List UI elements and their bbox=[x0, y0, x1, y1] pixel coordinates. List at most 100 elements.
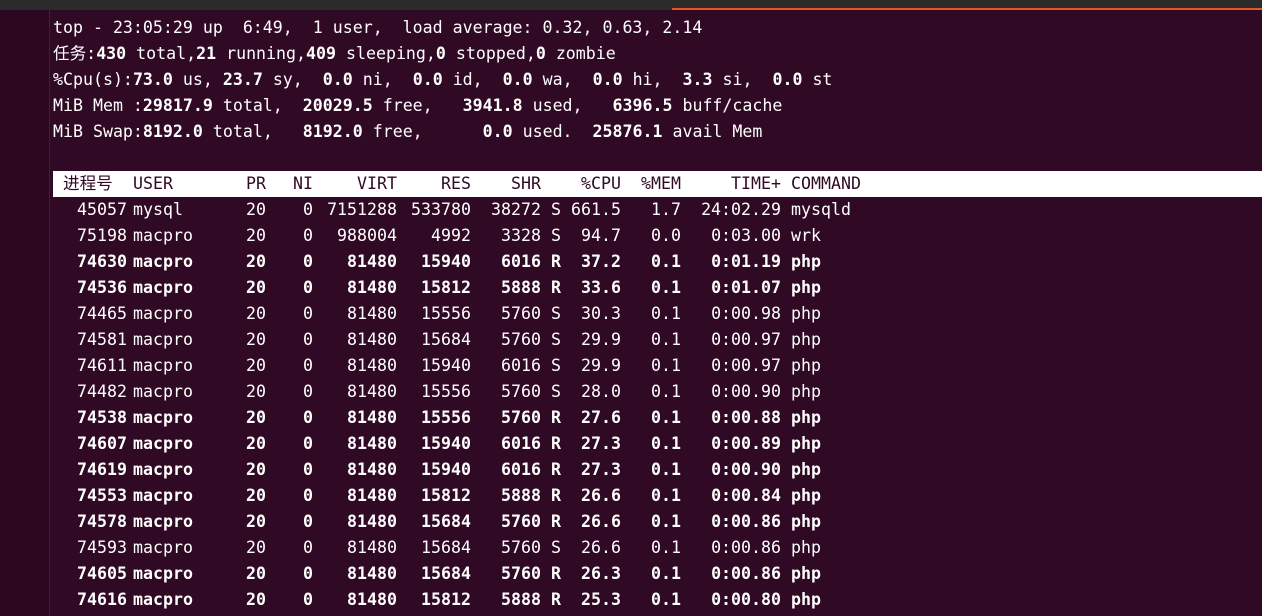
row-res: 15812 bbox=[421, 278, 471, 297]
row-pid: 74538 bbox=[77, 408, 127, 427]
row-pr: 20 bbox=[246, 538, 266, 557]
tasks-sleeping-label: sleeping, bbox=[336, 44, 436, 63]
row-virt: 81480 bbox=[347, 330, 397, 349]
row-pid: 74482 bbox=[77, 382, 127, 401]
row-mem: 0.0 bbox=[651, 226, 681, 245]
row-ni: 0 bbox=[303, 538, 313, 557]
row-user: macpro bbox=[133, 486, 193, 505]
row-state: S bbox=[551, 356, 561, 375]
row-virt: 81480 bbox=[347, 512, 397, 531]
row-mem: 0.1 bbox=[651, 590, 681, 609]
row-state: R bbox=[551, 252, 561, 271]
tasks-sleeping: 409 bbox=[306, 44, 336, 63]
row-res: 15684 bbox=[421, 538, 471, 557]
tasks-total: 430 bbox=[96, 44, 127, 63]
row-command: php bbox=[791, 590, 821, 609]
row-virt: 81480 bbox=[347, 434, 397, 453]
row-time: 0:00.86 bbox=[711, 538, 781, 557]
table-row: 45057 mysql 20 0 7151288 533780 38272 S 661.5 1.7… bbox=[53, 197, 1262, 223]
tasks-label: 任务: bbox=[53, 44, 97, 63]
swap-avail-mem: 25876.1 bbox=[592, 122, 663, 141]
tasks-running: 21 bbox=[196, 44, 217, 63]
col-mem: %MEM bbox=[641, 174, 681, 193]
row-shr: 3328 bbox=[501, 226, 541, 245]
row-shr: 5760 bbox=[501, 564, 541, 583]
row-ni: 0 bbox=[303, 460, 313, 479]
col-pr: PR bbox=[246, 174, 266, 193]
row-time: 24:02.29 bbox=[701, 200, 781, 219]
row-time: 0:00.86 bbox=[711, 512, 781, 531]
row-ni: 0 bbox=[303, 330, 313, 349]
row-command: php bbox=[791, 382, 821, 401]
row-shr: 5760 bbox=[501, 512, 541, 531]
tasks-running-label: running, bbox=[216, 44, 307, 63]
row-time: 0:00.97 bbox=[711, 356, 781, 375]
row-pr: 20 bbox=[246, 590, 266, 609]
row-pid: 74581 bbox=[77, 330, 127, 349]
row-command: php bbox=[791, 460, 821, 479]
row-ni: 0 bbox=[303, 486, 313, 505]
row-command: php bbox=[791, 486, 821, 505]
tasks-stopped-label: stopped, bbox=[445, 44, 536, 63]
row-state: R bbox=[551, 434, 561, 453]
row-res: 15812 bbox=[421, 590, 471, 609]
row-cpu: 29.9 bbox=[581, 330, 621, 349]
row-time: 0:03.00 bbox=[711, 226, 781, 245]
table-row: 74482 macpro 20 0 81480 15556 5760 S 28.0 0.1 0:00… bbox=[53, 379, 1262, 405]
cpu-st: 0.0 bbox=[772, 70, 803, 89]
row-user: macpro bbox=[133, 226, 193, 245]
row-mem: 0.1 bbox=[651, 564, 681, 583]
row-virt: 81480 bbox=[347, 460, 397, 479]
left-gutter bbox=[0, 10, 49, 616]
row-time: 0:01.19 bbox=[711, 252, 781, 271]
table-row: 74619 macpro 20 0 81480 15940 6016 R 27.3 0.1 0:00… bbox=[53, 457, 1262, 483]
row-ni: 0 bbox=[303, 252, 313, 271]
cpu-hi: 0.0 bbox=[592, 70, 623, 89]
row-ni: 0 bbox=[303, 356, 313, 375]
row-virt: 81480 bbox=[347, 564, 397, 583]
tasks-zombie: 0 bbox=[535, 44, 546, 63]
row-pr: 20 bbox=[246, 486, 266, 505]
row-pid: 75198 bbox=[77, 226, 127, 245]
row-virt: 988004 bbox=[337, 226, 397, 245]
row-pid: 74611 bbox=[77, 356, 127, 375]
table-row: 74605 macpro 20 0 81480 15684 5760 R 26.3 0.1 0:00… bbox=[53, 561, 1262, 587]
row-user: macpro bbox=[133, 304, 193, 323]
row-virt: 7151288 bbox=[327, 200, 397, 219]
row-cpu: 29.9 bbox=[581, 356, 621, 375]
row-res: 15684 bbox=[421, 512, 471, 531]
row-shr: 6016 bbox=[501, 252, 541, 271]
cpu-wa: 0.0 bbox=[502, 70, 533, 89]
row-time: 0:00.80 bbox=[711, 590, 781, 609]
cpu-label: %Cpu(s): bbox=[53, 70, 133, 89]
row-state: S bbox=[551, 304, 561, 323]
row-state: S bbox=[551, 200, 561, 219]
row-state: R bbox=[551, 564, 561, 583]
row-cpu: 27.3 bbox=[581, 460, 621, 479]
tasks-zombie-label: zombie bbox=[545, 44, 616, 63]
row-res: 533780 bbox=[411, 200, 471, 219]
row-mem: 0.1 bbox=[651, 382, 681, 401]
row-pid: 74553 bbox=[77, 486, 127, 505]
row-ni: 0 bbox=[303, 304, 313, 323]
row-user: macpro bbox=[133, 252, 193, 271]
row-cpu: 26.6 bbox=[581, 538, 621, 557]
row-virt: 81480 bbox=[347, 486, 397, 505]
table-row: 75198 macpro 20 0 988004 4992 3328 S 94.7 0.0 0:03… bbox=[53, 223, 1262, 249]
col-time: TIME+ bbox=[731, 174, 781, 193]
row-ni: 0 bbox=[303, 226, 313, 245]
row-pid: 74616 bbox=[77, 590, 127, 609]
row-ni: 0 bbox=[303, 278, 313, 297]
row-pr: 20 bbox=[246, 330, 266, 349]
row-mem: 0.1 bbox=[651, 252, 681, 271]
row-pid: 74605 bbox=[77, 564, 127, 583]
row-pr: 20 bbox=[246, 512, 266, 531]
row-pid: 74607 bbox=[77, 434, 127, 453]
row-cpu: 33.6 bbox=[581, 278, 621, 297]
row-mem: 1.7 bbox=[651, 200, 681, 219]
row-res: 15940 bbox=[421, 434, 471, 453]
row-command: php bbox=[791, 564, 821, 583]
row-res: 15812 bbox=[421, 486, 471, 505]
row-user: macpro bbox=[133, 512, 193, 531]
row-pr: 20 bbox=[246, 434, 266, 453]
